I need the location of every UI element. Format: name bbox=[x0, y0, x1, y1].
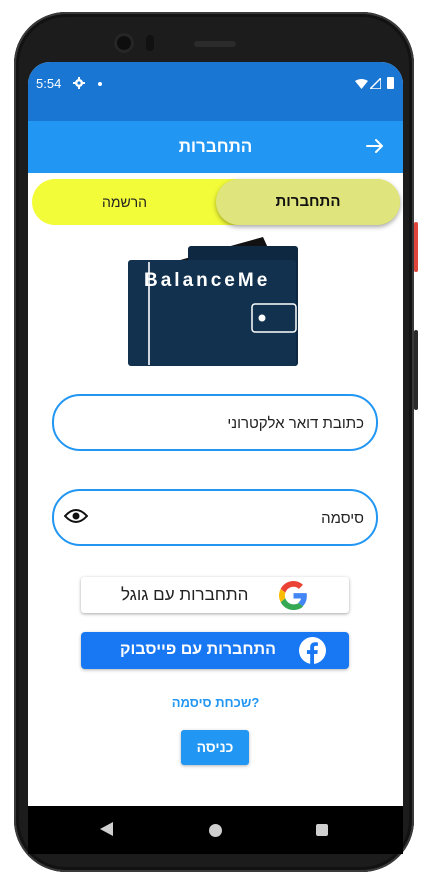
email-field[interactable] bbox=[52, 394, 378, 451]
google-icon bbox=[279, 581, 307, 610]
app-screen: 5:54 התחברות הרשמה התחברות BalanceMe כתו… bbox=[28, 62, 403, 806]
proximity-sensor bbox=[146, 35, 154, 51]
status-bar: 5:54 bbox=[28, 62, 403, 121]
nav-recent-apps-icon[interactable] bbox=[316, 824, 328, 836]
gear-icon bbox=[73, 77, 85, 89]
facebook-icon bbox=[299, 637, 326, 664]
auth-mode-toggle: הרשמה התחברות bbox=[32, 179, 400, 225]
system-nav-bar bbox=[28, 806, 403, 854]
eye-icon[interactable] bbox=[64, 507, 88, 525]
power-button bbox=[414, 222, 418, 272]
tab-register[interactable]: הרשמה bbox=[32, 179, 217, 225]
front-camera bbox=[114, 33, 134, 53]
app-bar: התחברות bbox=[28, 121, 403, 173]
notification-dot-icon bbox=[98, 82, 102, 86]
password-field[interactable] bbox=[52, 489, 378, 546]
facebook-login-button[interactable]: התחברות עם פייסבוק bbox=[81, 632, 349, 669]
forgot-password-link[interactable]: שכחת סיסמה? bbox=[28, 695, 403, 710]
wifi-icon bbox=[355, 79, 368, 89]
arrow-right-icon[interactable] bbox=[366, 137, 384, 155]
battery-icon bbox=[387, 77, 394, 89]
nav-back-icon[interactable] bbox=[100, 822, 114, 836]
status-time: 5:54 bbox=[36, 76, 62, 91]
volume-button bbox=[414, 330, 418, 410]
tab-login[interactable]: התחברות bbox=[216, 179, 400, 225]
email-input[interactable] bbox=[102, 396, 366, 451]
nav-home-icon[interactable] bbox=[209, 824, 222, 837]
page-title: התחברות bbox=[178, 137, 253, 156]
wallet-logo bbox=[128, 237, 298, 366]
logo-text: BalanceMe bbox=[144, 270, 271, 291]
google-login-button[interactable]: התחברות עם גוגל bbox=[81, 577, 349, 613]
google-login-label: התחברות עם גוגל bbox=[121, 585, 249, 604]
password-input[interactable] bbox=[102, 491, 366, 546]
facebook-login-label: התחברות עם פייסבוק bbox=[120, 641, 276, 658]
earpiece-speaker bbox=[194, 41, 236, 47]
login-submit-button[interactable]: כניסה bbox=[181, 730, 249, 765]
signal-icon bbox=[370, 78, 381, 89]
